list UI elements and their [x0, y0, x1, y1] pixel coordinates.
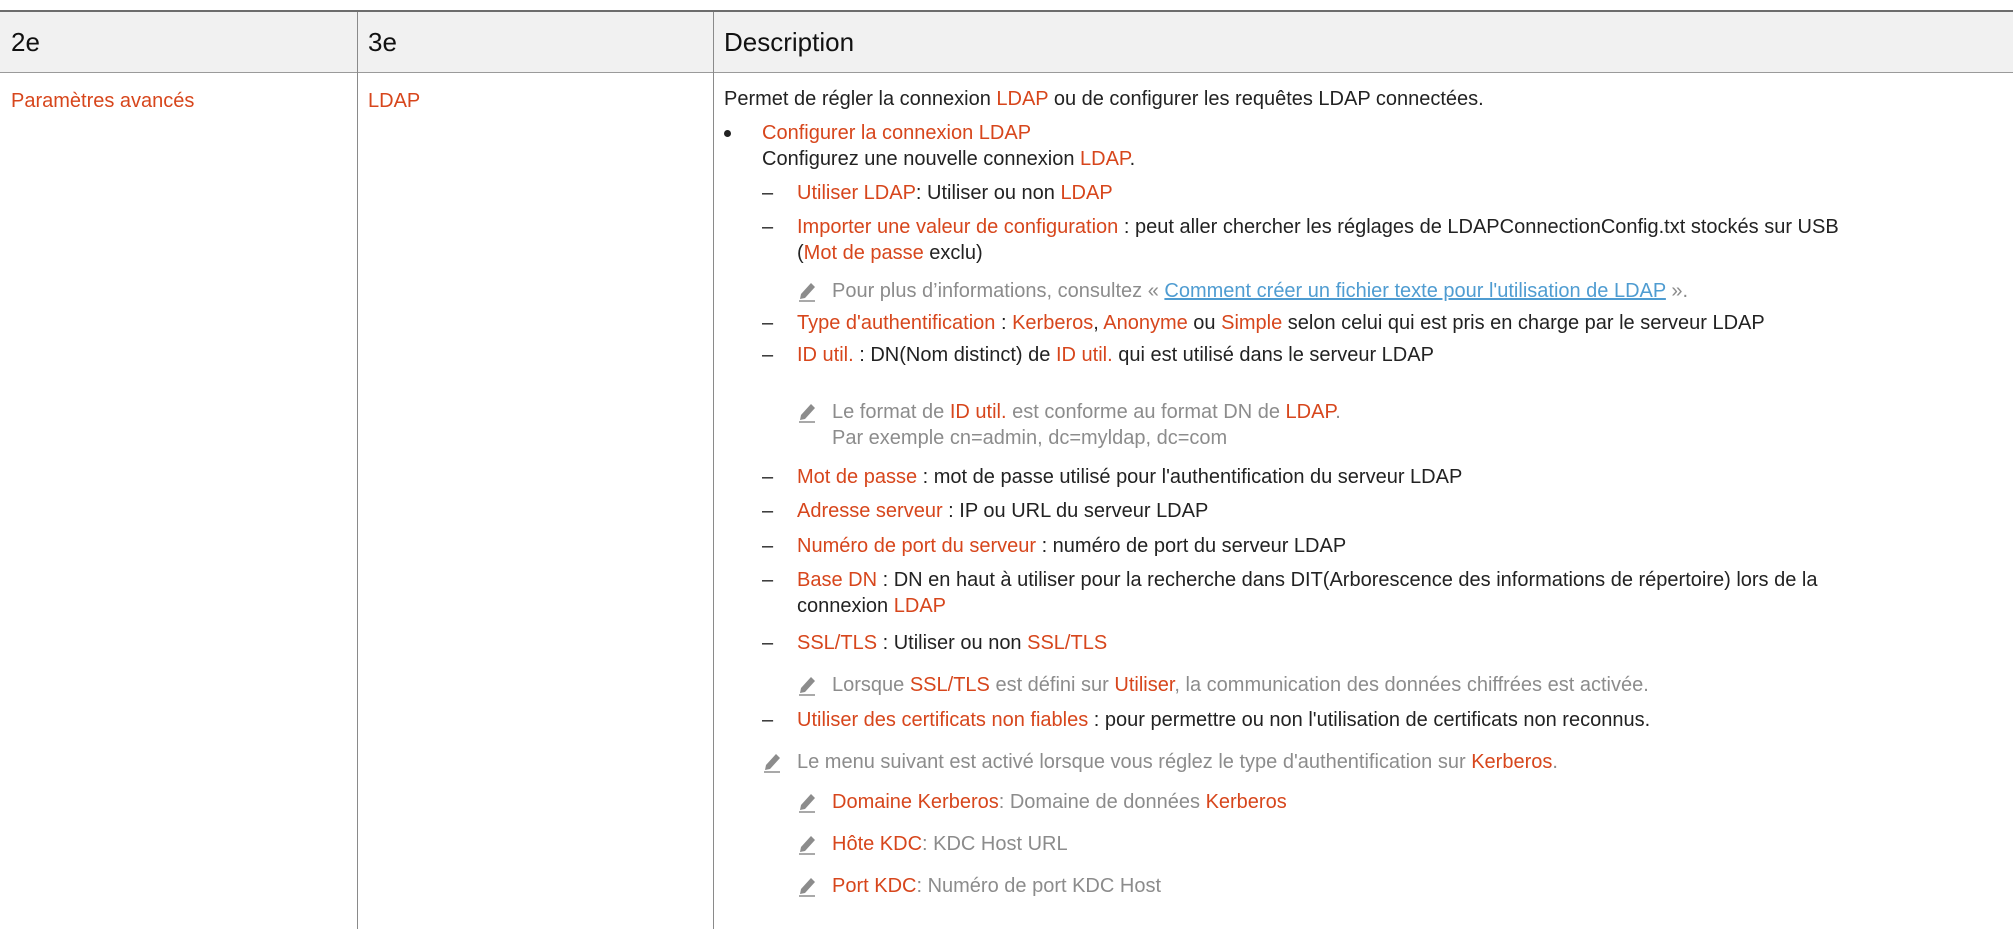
ldap-textfile-guide-link[interactable]: Comment créer un fichier texte pour l'ut…	[1164, 280, 1665, 302]
pencil-note-icon	[797, 675, 817, 697]
pencil-note-icon	[797, 792, 817, 814]
dash-marker: –	[762, 709, 774, 731]
item-untrusted-certs: Utiliser des certificats non fiables : p…	[797, 709, 1651, 731]
kdc-host-note: Hôte KDC: KDC Host URL	[832, 833, 1068, 855]
item-use-ldap: Utiliser LDAP: Utiliser ou non LDAP	[797, 182, 1113, 204]
item-server-port: Numéro de port du serveur : numéro de po…	[797, 535, 1347, 557]
kerberos-domain-note: Domaine Kerberos: Domaine de données Ker…	[832, 791, 1287, 813]
pencil-note-icon	[797, 402, 817, 424]
header-col-2e: 2e	[11, 27, 40, 57]
dash-marker: –	[762, 312, 774, 334]
pencil-note-icon	[797, 281, 817, 303]
item-server-address: Adresse serveur : IP ou URL du serveur L…	[797, 500, 1209, 522]
item-base-dn-cont: connexion LDAP	[797, 595, 946, 617]
item-ssl-tls: SSL/TLS : Utiliser ou non SSL/TLS	[797, 632, 1108, 654]
item-import-config-cont: (Mot de passe exclu)	[797, 242, 983, 264]
dash-marker: –	[762, 535, 774, 557]
row-level2-label: Paramètres avancés	[11, 90, 195, 112]
import-note: Pour plus d’informations, consultez « Co…	[832, 280, 1689, 302]
pencil-note-icon	[762, 752, 782, 774]
dash-marker: –	[762, 344, 774, 366]
item-user-id: ID util. : DN(Nom distinct) de ID util. …	[797, 344, 1434, 366]
table-header-row: 2e 3e Description	[0, 12, 2013, 73]
user-id-note: Le format de ID util. est conforme au fo…	[832, 401, 1341, 423]
dash-marker: –	[762, 569, 774, 591]
dash-marker: –	[762, 216, 774, 238]
item-import-config: Importer une valeur de configuration : p…	[797, 216, 1839, 238]
dash-marker: –	[762, 500, 774, 522]
header-col-description: Description	[724, 27, 855, 57]
header-col-3e: 3e	[368, 27, 397, 57]
ssl-tls-note: Lorsque SSL/TLS est défini sur Utiliser,…	[832, 674, 1649, 696]
item-auth-type: Type d'authentification : Kerberos, Anon…	[797, 312, 1765, 334]
intro-text: Permet de régler la connexion LDAP ou de…	[724, 88, 1484, 110]
bullet-dot	[724, 130, 731, 137]
user-id-example: Par exemple cn=admin, dc=myldap, dc=com	[832, 427, 1228, 449]
dash-marker: –	[762, 632, 774, 654]
kdc-port-note: Port KDC: Numéro de port KDC Host	[832, 875, 1161, 897]
configure-subtitle: Configurez une nouvelle connexion LDAP.	[762, 148, 1136, 170]
pencil-note-icon	[797, 876, 817, 898]
dash-marker: –	[762, 466, 774, 488]
configure-title: Configurer la connexion LDAP	[762, 122, 1032, 144]
column-divider	[713, 12, 714, 929]
item-base-dn: Base DN : DN en haut à utiliser pour la …	[797, 569, 1818, 591]
row-level3-label: LDAP	[368, 90, 421, 112]
pencil-note-icon	[797, 834, 817, 856]
item-password: Mot de passe : mot de passe utilisé pour…	[797, 466, 1463, 488]
dash-marker: –	[762, 182, 774, 204]
kerberos-note: Le menu suivant est activé lorsque vous …	[797, 751, 1558, 773]
column-divider	[357, 12, 358, 929]
